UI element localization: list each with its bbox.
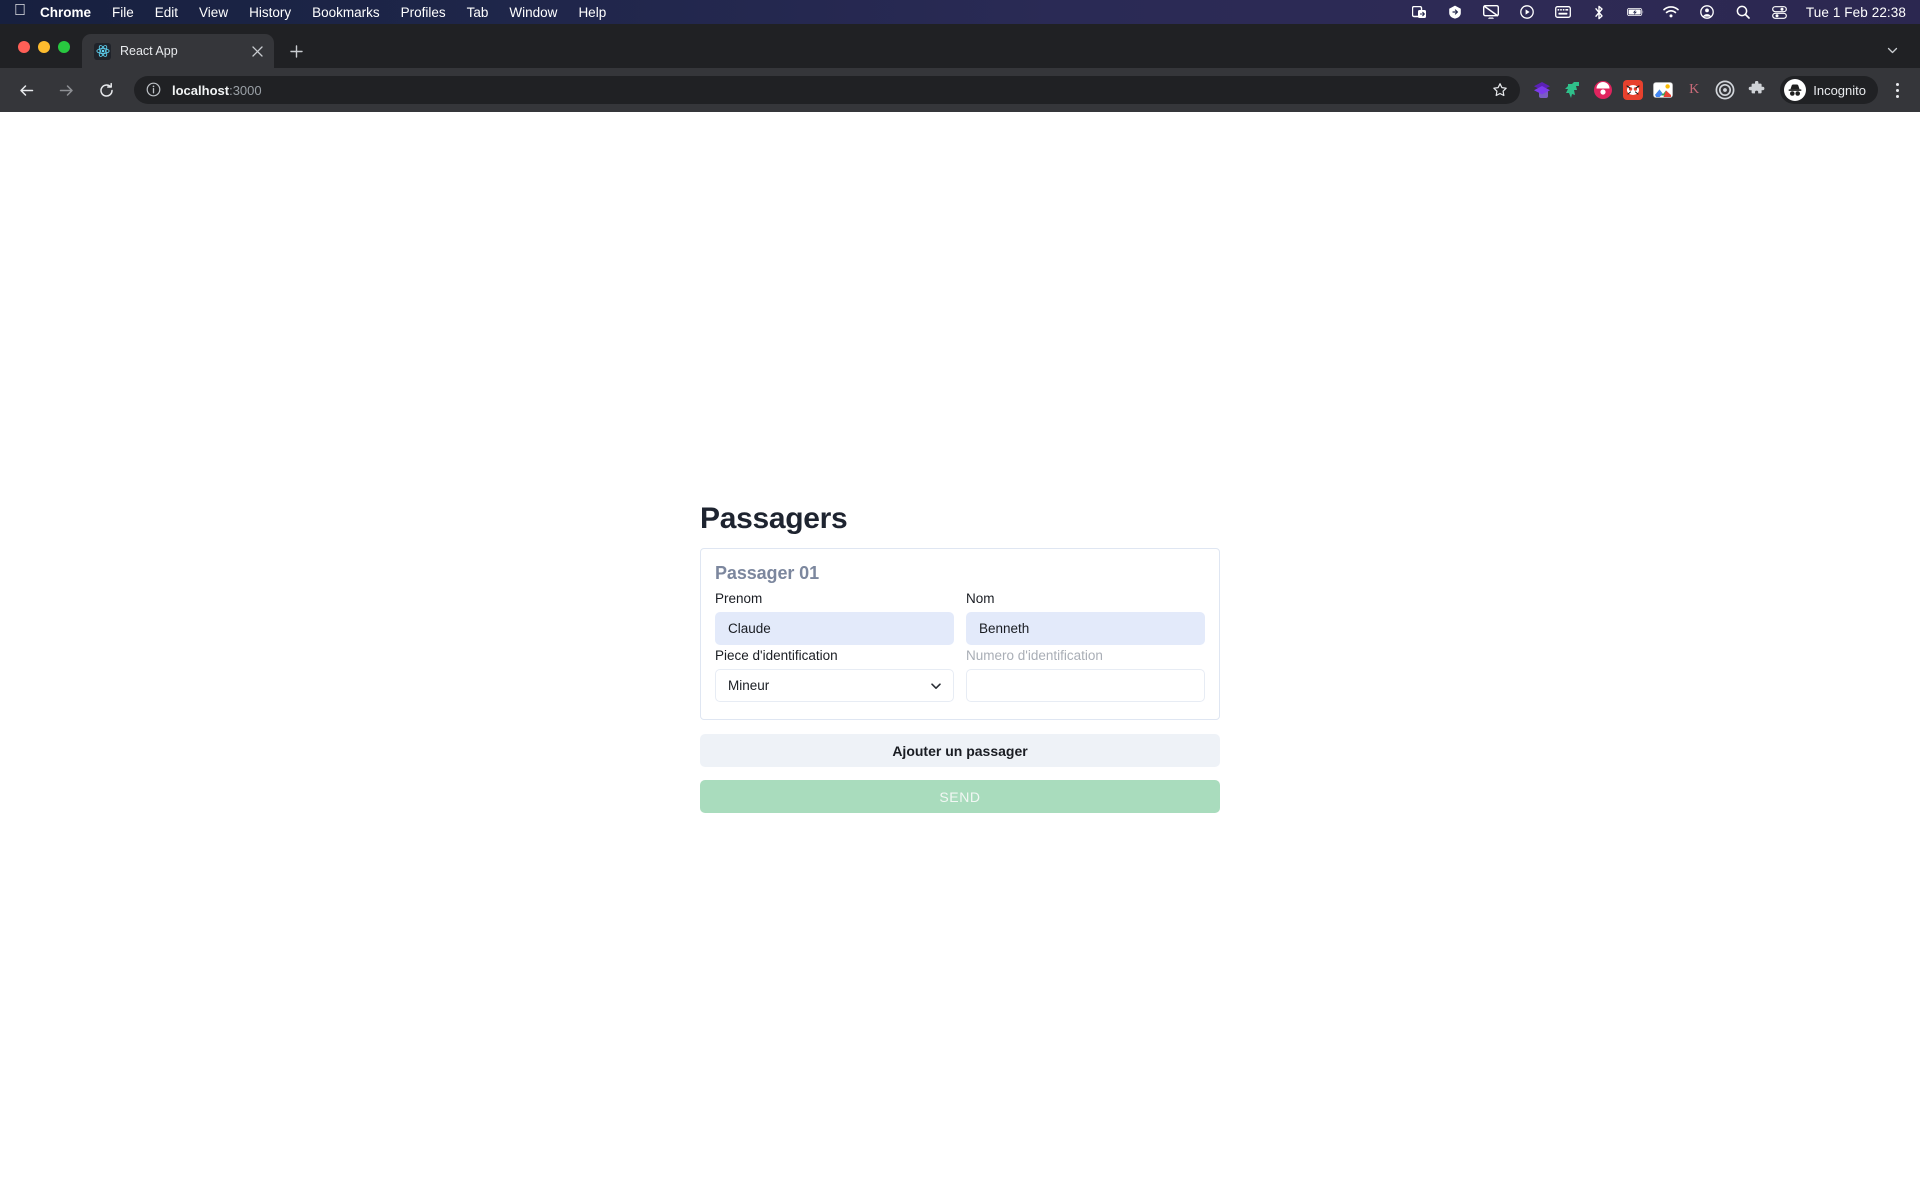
menu-item-window[interactable]: Window [509,5,557,20]
add-passenger-button[interactable]: Ajouter un passager [700,734,1220,767]
numero-field-group: Numero d'identification [966,645,1205,702]
menu-item-tab[interactable]: Tab [467,5,489,20]
piece-select-value: Mineur [728,678,770,693]
close-icon[interactable] [248,42,266,60]
purple-layers-extension-icon[interactable] [1533,80,1553,100]
chevron-down-icon[interactable] [1878,36,1906,64]
passenger-card: Passager 01 Prenom Claude Nom Benneth Pi… [700,548,1220,720]
menu-item-bookmarks[interactable]: Bookmarks [312,5,380,20]
numero-input[interactable] [966,669,1205,702]
passengers-form: Passagers Passager 01 Prenom Claude Nom … [700,502,1220,813]
pink-circle-extension-icon[interactable] [1593,80,1613,100]
minimize-window-button[interactable] [38,41,50,53]
browser-tab-react-app[interactable]: React App [82,34,274,68]
reload-icon[interactable] [91,75,121,105]
menu-item-file[interactable]: File [112,5,134,20]
menu-item-chrome[interactable]: Chrome [40,5,91,20]
piece-field-group: Piece d'identification Mineur [715,645,954,702]
keyboard-icon[interactable] [1555,5,1572,20]
chevron-down-icon [929,679,943,693]
web-page-viewport: Passagers Passager 01 Prenom Claude Nom … [0,112,1920,1200]
user-account-icon[interactable] [1699,5,1716,20]
search-icon[interactable] [1735,5,1752,20]
extensions-puzzle-icon[interactable] [1744,77,1770,103]
chrome-browser-window: React App localhost:3000 K Incognito Pas… [0,24,1920,1200]
tab-title: React App [120,44,178,58]
k-extension-icon[interactable]: K [1683,80,1705,100]
incognito-label: Incognito [1813,82,1866,98]
address-bar-url: localhost:3000 [172,83,262,98]
green-dinosaur-extension-icon[interactable] [1563,80,1583,100]
photos-extension-icon[interactable] [1653,80,1674,100]
menu-item-profiles[interactable]: Profiles [401,5,446,20]
browser-tab-strip: React App [0,24,1920,68]
numero-label: Numero d'identification [966,648,1103,663]
menu-item-help[interactable]: Help [578,5,606,20]
forward-arrow-icon[interactable] [51,75,81,105]
passenger-card-heading: Passager 01 [715,563,819,583]
nom-label: Nom [966,591,995,606]
macos-menu-bar:  Chrome File Edit View History Bookmark… [0,0,1920,24]
kebab-menu-icon[interactable] [1884,77,1910,103]
close-window-button[interactable] [18,41,30,53]
page-title: Passagers [700,502,848,535]
incognito-indicator[interactable]: Incognito [1780,76,1878,104]
target-extension-icon[interactable] [1715,80,1735,100]
menu-bar-clock[interactable]: Tue 1 Feb 22:38 [1806,5,1906,20]
prenom-label: Prenom [715,591,763,606]
menu-item-edit[interactable]: Edit [155,5,178,20]
send-button[interactable]: SEND [700,780,1220,813]
passenger-fields-grid: Prenom Claude Nom Benneth Piece d'identi… [715,588,1205,702]
battery-charging-icon[interactable] [1626,5,1644,20]
bluetooth-icon[interactable] [1591,5,1608,20]
back-arrow-icon[interactable] [11,75,41,105]
wifi-icon[interactable] [1663,5,1680,20]
menu-item-view[interactable]: View [199,5,228,20]
nom-field-group: Nom Benneth [966,588,1205,645]
do-not-disturb-display-icon[interactable] [1483,5,1500,20]
kebab-dot [1895,94,1899,98]
incognito-hat-icon [1784,79,1807,101]
url-host: localhost [172,82,230,98]
apple-logo-icon[interactable]:  [14,3,26,19]
url-port: :3000 [229,82,262,98]
red-bug-extension-icon[interactable] [1623,80,1644,100]
kebab-dot [1895,82,1899,86]
piece-select[interactable]: Mineur [715,669,954,702]
maximize-window-button[interactable] [58,41,70,53]
prenom-input[interactable]: Claude [715,612,954,645]
sharing-badge-icon[interactable] [1447,5,1464,20]
star-icon[interactable] [1492,82,1508,98]
control-center-icon[interactable] [1771,5,1788,20]
browser-toolbar: localhost:3000 K Incognito [0,68,1920,112]
menu-bar-status-icons [1411,5,1788,20]
menu-item-history[interactable]: History [249,5,291,20]
prenom-field-group: Prenom Claude [715,588,954,645]
window-traffic-lights [0,41,82,68]
new-tab-button[interactable] [282,37,310,65]
info-circle-icon[interactable] [146,82,162,98]
now-playing-icon[interactable] [1519,5,1536,20]
kebab-dot [1895,88,1899,92]
address-bar[interactable]: localhost:3000 [134,76,1521,104]
nom-input[interactable]: Benneth [966,612,1205,645]
react-logo-icon [94,42,111,60]
screen-sharing-icon[interactable] [1411,5,1428,20]
piece-label: Piece d'identification [715,648,838,663]
